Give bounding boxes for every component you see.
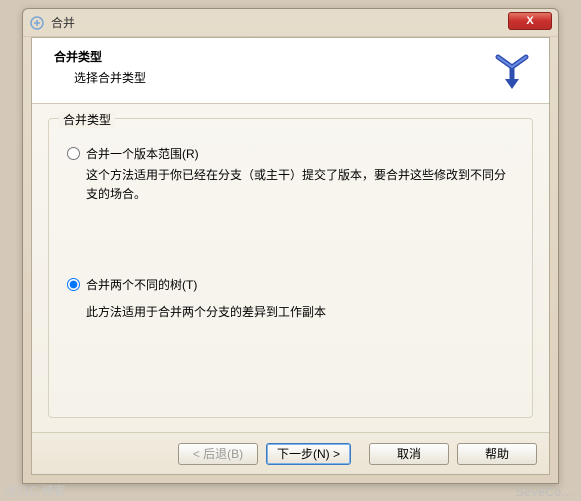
cancel-button[interactable]: 取消	[369, 443, 449, 465]
help-button[interactable]: 帮助	[457, 443, 537, 465]
app-icon	[29, 15, 45, 31]
close-icon: X	[526, 15, 533, 27]
client-area: 合并类型 选择合并类型 合并类型 合并一个版本范围(R) 这个方法适用	[31, 37, 550, 475]
radio-merge-range-label[interactable]: 合并一个版本范围(R)	[86, 145, 199, 162]
titlebar[interactable]: 合并 X	[23, 9, 558, 37]
radio-row-trees[interactable]: 合并两个不同的树(T)	[67, 276, 514, 293]
page-subtitle: 选择合并类型	[54, 69, 489, 86]
close-button[interactable]: X	[508, 12, 552, 30]
dialog-window: 合并 X 合并类型 选择合并类型 合并类型	[22, 8, 559, 484]
radio-merge-trees[interactable]	[67, 278, 80, 291]
wizard-header: 合并类型 选择合并类型	[32, 38, 549, 104]
back-button: < 后退(B)	[178, 443, 258, 465]
merge-icon	[489, 50, 535, 96]
page-title: 合并类型	[54, 48, 489, 65]
next-button[interactable]: 下一步(N) >	[266, 443, 351, 465]
radio-row-range[interactable]: 合并一个版本范围(R)	[67, 145, 514, 162]
radio-merge-range[interactable]	[67, 147, 80, 160]
header-text-block: 合并类型 选择合并类型	[54, 48, 489, 86]
button-bar: < 后退(B) 下一步(N) > 取消 帮助	[32, 432, 549, 474]
group-legend: 合并类型	[59, 111, 115, 128]
radio-merge-trees-desc: 此方法适用于合并两个分支的差异到工作副本	[86, 303, 514, 322]
radio-merge-trees-label[interactable]: 合并两个不同的树(T)	[86, 276, 197, 293]
watermark-right: SeveCo...	[516, 485, 573, 499]
radio-merge-range-desc: 这个方法适用于你已经在分支（或主干）提交了版本，要合并这些修改到不同分支的场合。	[86, 166, 514, 204]
merge-type-group: 合并类型 合并一个版本范围(R) 这个方法适用于你已经在分支（或主干）提交了版本…	[48, 118, 533, 418]
watermark-left: @51C 博客	[4, 482, 66, 499]
content-area: 合并类型 合并一个版本范围(R) 这个方法适用于你已经在分支（或主干）提交了版本…	[32, 104, 549, 432]
window-title: 合并	[51, 14, 508, 31]
